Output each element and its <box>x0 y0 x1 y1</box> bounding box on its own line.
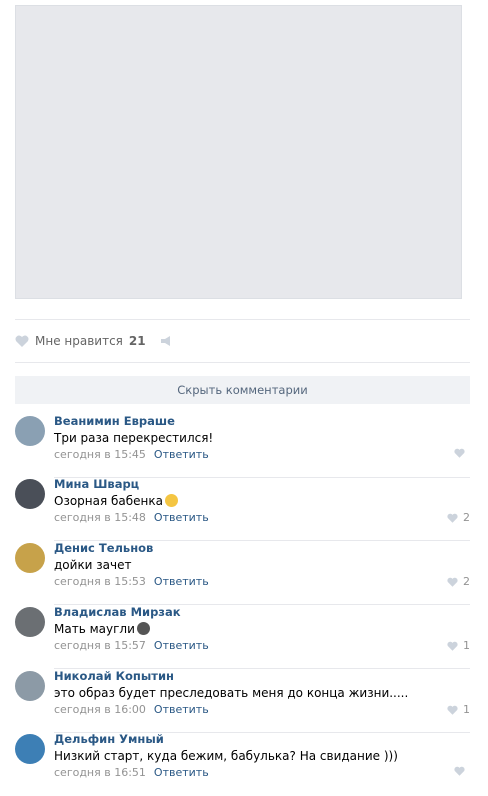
heart-icon[interactable] <box>454 448 465 458</box>
comment-time[interactable]: сегодня в 15:48 <box>54 511 146 524</box>
comment-like[interactable] <box>454 766 470 776</box>
divider <box>15 319 470 320</box>
comment: Денис Тельнов дойки зачет сегодня в 15:5… <box>15 541 470 605</box>
comment-meta: сегодня в 15:45 Ответить <box>54 448 209 461</box>
comment-time[interactable]: сегодня в 15:57 <box>54 639 146 652</box>
comment-like-count: 2 <box>463 511 470 524</box>
heart-icon[interactable] <box>454 766 465 776</box>
comment-text: Три раза перекрестился! <box>54 431 214 445</box>
hide-comments-button[interactable]: Скрыть комментарии <box>15 376 470 404</box>
avatar[interactable] <box>15 479 45 509</box>
likes-count[interactable]: 21 <box>129 334 146 348</box>
reply-link[interactable]: Ответить <box>154 448 209 461</box>
comment-author[interactable]: Владислав Мирзак <box>54 605 181 619</box>
comment-text: дойки зачет <box>54 558 132 572</box>
comment-like[interactable]: 1 <box>447 703 470 716</box>
reply-link[interactable]: Ответить <box>154 703 209 716</box>
comment-author[interactable]: Веанимин Евраше <box>54 414 175 428</box>
comment-meta: сегодня в 16:00 Ответить <box>54 703 209 716</box>
comment-text: Низкий старт, куда бежим, бабулька? На с… <box>54 749 398 763</box>
comment-author[interactable]: Дельфин Умный <box>54 732 164 746</box>
comment-like[interactable]: 2 <box>447 575 470 588</box>
avatar[interactable] <box>15 671 45 701</box>
comment-meta: сегодня в 15:57 Ответить <box>54 639 209 652</box>
comment-text: Озорная бабенка <box>54 494 179 508</box>
reply-link[interactable]: Ответить <box>154 639 209 652</box>
reply-link[interactable]: Ответить <box>154 511 209 524</box>
comment-time[interactable]: сегодня в 15:45 <box>54 448 146 461</box>
comment-like[interactable] <box>454 448 470 458</box>
comment-like-count: 1 <box>463 639 470 652</box>
heart-icon[interactable] <box>447 705 458 715</box>
comment: Владислав Мирзак Мать маугли сегодня в 1… <box>15 605 470 669</box>
avatar[interactable] <box>15 734 45 764</box>
comment-meta: сегодня в 16:51 Ответить <box>54 766 209 779</box>
comment-author[interactable]: Николай Копытин <box>54 669 174 683</box>
comment: Веанимин Евраше Три раза перекрестился! … <box>15 414 470 478</box>
heart-icon[interactable] <box>15 335 29 347</box>
avatar[interactable] <box>15 543 45 573</box>
heart-icon[interactable] <box>447 577 458 587</box>
comment: Мина Шварц Озорная бабенка сегодня в 15:… <box>15 477 470 541</box>
comment-like[interactable]: 2 <box>447 511 470 524</box>
comment-like-count: 2 <box>463 575 470 588</box>
comment-meta: сегодня в 15:48 Ответить <box>54 511 209 524</box>
likes-bar: Мне нравится 21 <box>15 330 174 352</box>
comment: Дельфин Умный Низкий старт, куда бежим, … <box>15 732 470 796</box>
post-photo-placeholder <box>15 5 462 299</box>
reply-link[interactable]: Ответить <box>154 766 209 779</box>
smile-emoji-icon <box>165 494 179 507</box>
reply-link[interactable]: Ответить <box>154 575 209 588</box>
heart-icon[interactable] <box>447 513 458 523</box>
heart-icon[interactable] <box>447 641 458 651</box>
comment: Николай Копытин это образ будет преследо… <box>15 669 470 733</box>
comment-text: Мать маугли <box>54 622 150 636</box>
share-icon[interactable] <box>160 335 174 347</box>
face-emoji-icon <box>136 622 150 635</box>
divider <box>15 362 470 363</box>
comment-text: это образ будет преследовать меня до кон… <box>54 686 409 700</box>
comment-author[interactable]: Денис Тельнов <box>54 541 153 555</box>
comment-author[interactable]: Мина Шварц <box>54 477 139 491</box>
comment-meta: сегодня в 15:53 Ответить <box>54 575 209 588</box>
comment-time[interactable]: сегодня в 16:51 <box>54 766 146 779</box>
comment-time[interactable]: сегодня в 15:53 <box>54 575 146 588</box>
avatar[interactable] <box>15 607 45 637</box>
avatar[interactable] <box>15 416 45 446</box>
like-button-label[interactable]: Мне нравится <box>35 334 123 348</box>
comment-like[interactable]: 1 <box>447 639 470 652</box>
comment-time[interactable]: сегодня в 16:00 <box>54 703 146 716</box>
comment-like-count: 1 <box>463 703 470 716</box>
